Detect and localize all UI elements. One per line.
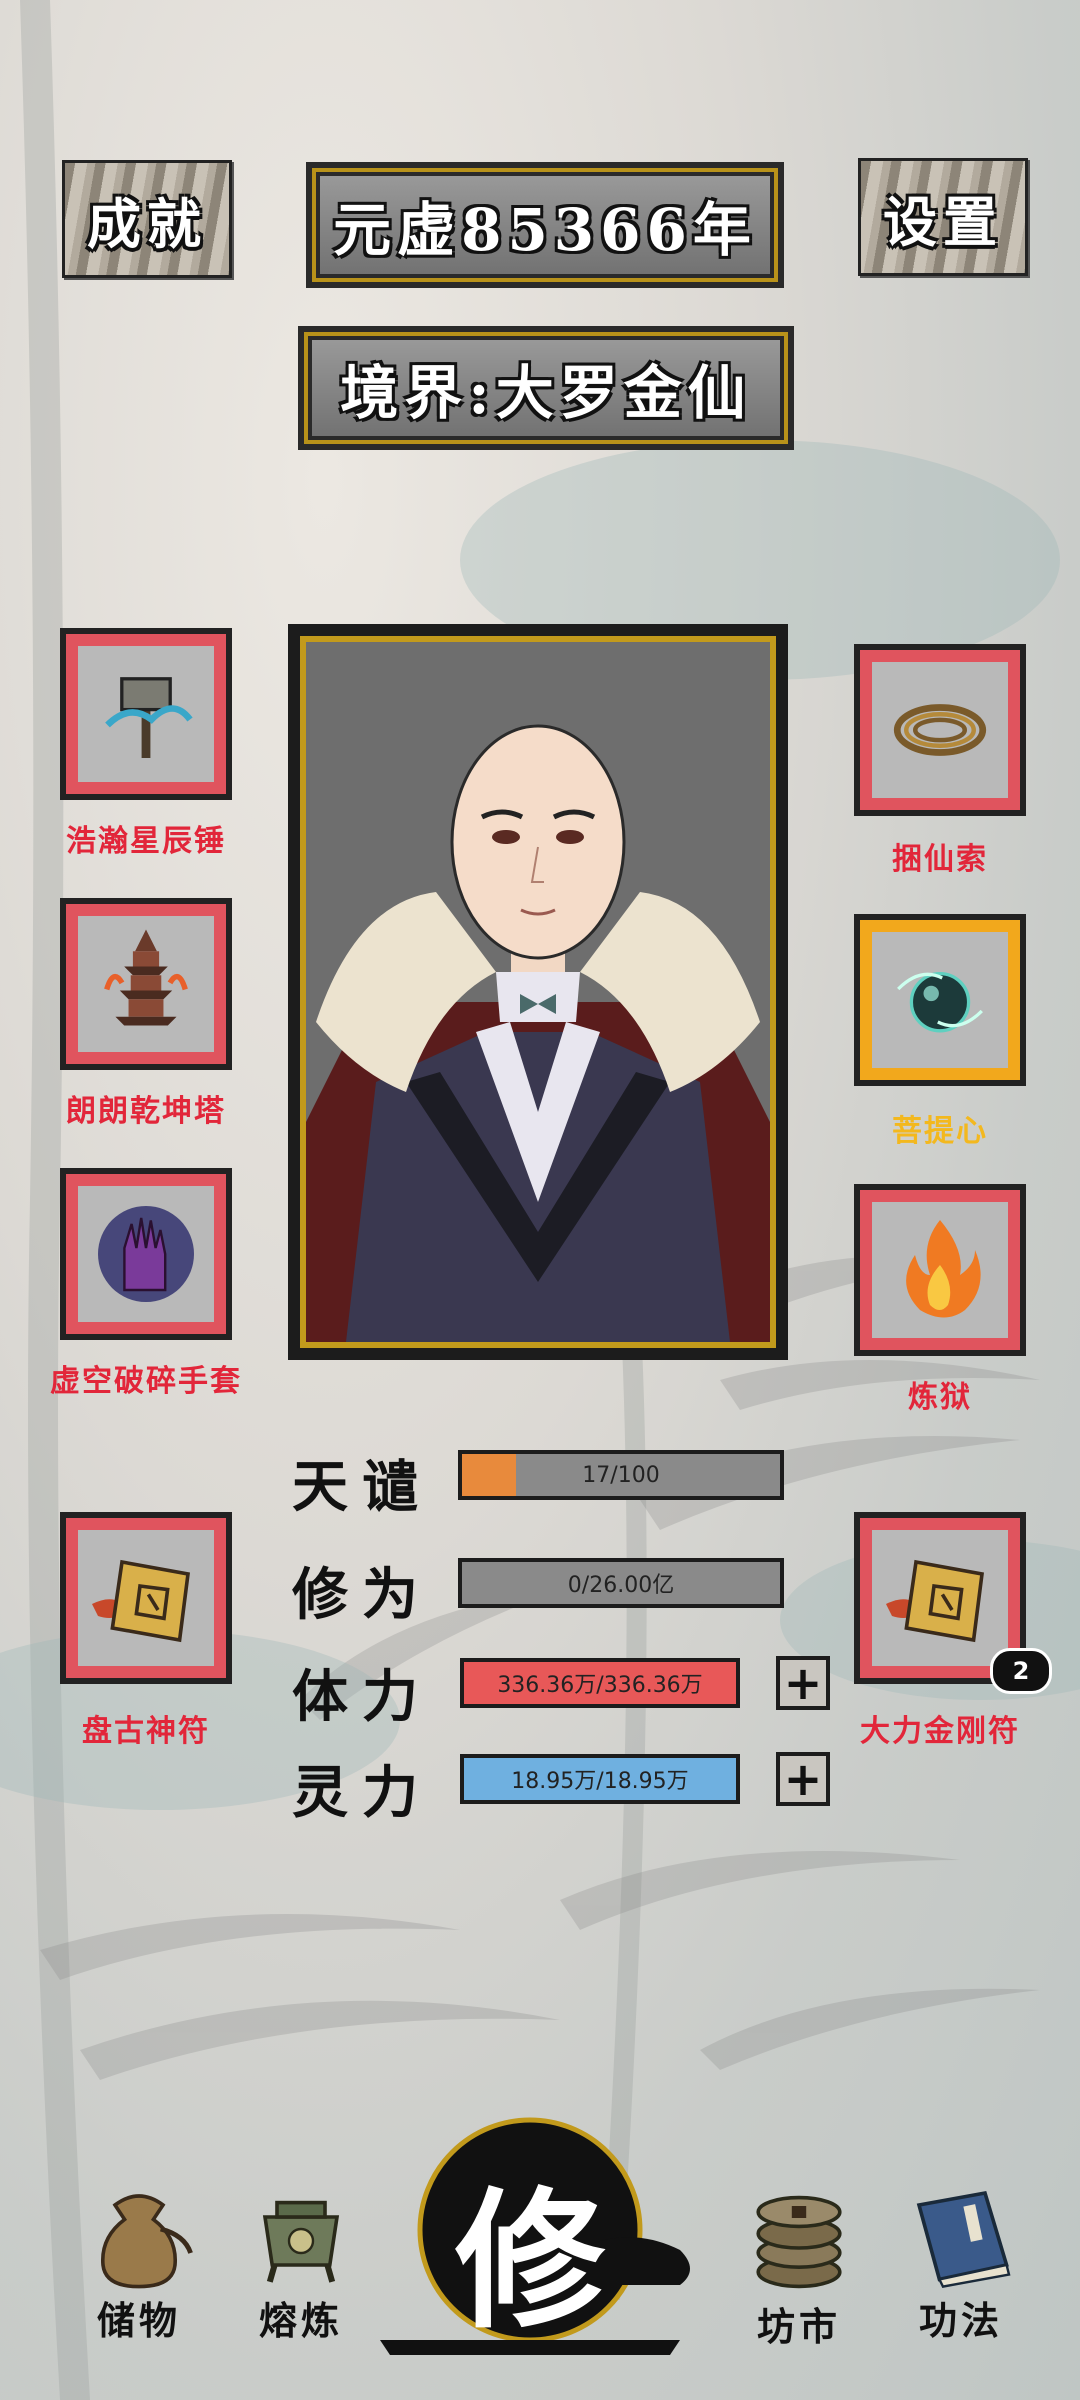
nav-storage[interactable]: 储物 <box>64 2180 214 2345</box>
settings-button[interactable]: 设置 <box>858 158 1028 276</box>
equip-label-left-1: 浩瀚星辰锤 <box>66 824 226 859</box>
tribulation-bar-text: 17/100 <box>582 1462 660 1488</box>
spirit-bar-text: 18.95万/18.95万 <box>511 1769 689 1794</box>
rope-icon <box>893 704 987 756</box>
equip-slot-left-1[interactable] <box>60 628 232 800</box>
cultivation-bar: 0/26.00亿 <box>458 1558 784 1608</box>
nav-cultivate-label: 修 <box>454 2173 605 2349</box>
equip-label-right-2: 菩提心 <box>892 1114 988 1149</box>
spirit-add-button[interactable]: + <box>776 1752 830 1806</box>
stamina-bar-text: 336.36万/336.36万 <box>497 1673 703 1698</box>
equip-slot-right-3[interactable] <box>854 1184 1026 1356</box>
cauldron-icon <box>262 2200 340 2283</box>
year-label: 元虚85366年 <box>333 196 757 264</box>
equip-slot-left-4[interactable] <box>60 1512 232 1684</box>
stamina-bar: 336.36万/336.36万 <box>460 1658 740 1708</box>
equip-label-right-3: 炼狱 <box>908 1380 972 1415</box>
flame-icon <box>906 1220 981 1318</box>
book-icon <box>916 2190 1011 2288</box>
nav-market-label: 坊市 <box>756 2304 841 2349</box>
nav-smelt[interactable]: 熔炼 <box>226 2180 376 2345</box>
equip-label-right-4: 大力金刚符 <box>860 1714 1020 1749</box>
equip-slot-right-1[interactable] <box>854 644 1026 816</box>
realm-banner: 境界:大罗金仙 <box>298 326 794 450</box>
talisman-icon <box>886 1559 985 1643</box>
stamina-label: 体力 <box>292 1664 432 1730</box>
nav-smelt-label: 熔炼 <box>258 2298 343 2343</box>
coins-icon <box>756 2195 842 2289</box>
equip-slot-left-2[interactable] <box>60 898 232 1070</box>
equip-label-left-3: 虚空破碎手套 <box>50 1364 242 1399</box>
pouch-icon <box>101 2194 193 2289</box>
character-portrait-frame <box>288 624 788 1360</box>
nav-skills[interactable]: 功法 <box>886 2180 1036 2345</box>
spirit-bar: 18.95万/18.95万 <box>460 1754 740 1804</box>
nav-market[interactable]: 坊市 <box>724 2176 874 2351</box>
stamina-add-button[interactable]: + <box>776 1656 830 1710</box>
gauntlet-icon <box>98 1206 194 1302</box>
nav-cultivate[interactable]: 修 <box>380 2110 720 2370</box>
equip-slot-left-3[interactable] <box>60 1168 232 1340</box>
equip-label-left-2: 朗朗乾坤塔 <box>66 1094 226 1129</box>
tribulation-label: 天谴 <box>292 1454 432 1520</box>
achievements-label: 成就 <box>87 191 207 256</box>
character-portrait <box>306 642 770 1342</box>
realm-label: 境界:大罗金仙 <box>340 359 752 427</box>
item-count-badge: 2 <box>990 1648 1052 1694</box>
equip-label-right-1: 捆仙索 <box>892 842 988 877</box>
nav-skills-label: 功法 <box>918 2298 1003 2343</box>
cultivation-bar-text: 0/26.00亿 <box>567 1573 675 1598</box>
equip-slot-right-2[interactable] <box>854 914 1026 1086</box>
achievements-button[interactable]: 成就 <box>62 160 232 278</box>
talisman-icon <box>92 1559 191 1643</box>
tribulation-bar: 17/100 <box>458 1450 784 1500</box>
orb-icon <box>897 971 983 1033</box>
year-banner: 元虚85366年 <box>306 162 784 288</box>
spirit-label: 灵力 <box>292 1760 432 1826</box>
pagoda-icon <box>104 929 188 1026</box>
settings-label: 设置 <box>883 189 1003 254</box>
cultivation-label: 修为 <box>292 1562 432 1628</box>
hammer-icon <box>105 677 193 758</box>
equip-label-left-4: 盘古神符 <box>82 1714 210 1749</box>
nav-storage-label: 储物 <box>96 2298 181 2343</box>
